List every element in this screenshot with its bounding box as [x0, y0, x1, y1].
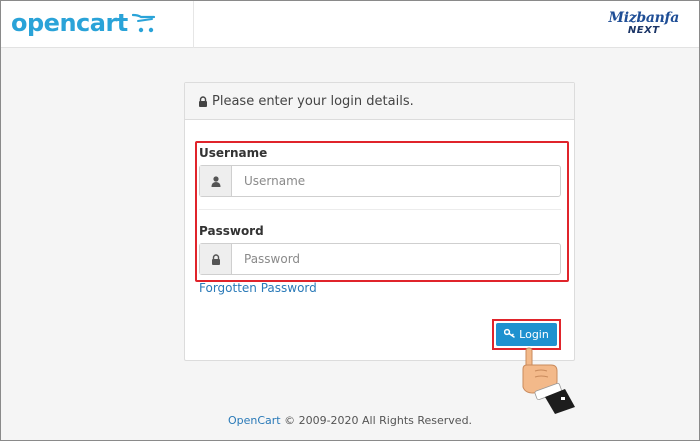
- login-button-label: Login: [519, 328, 549, 341]
- password-lock-icon: [200, 244, 232, 274]
- login-button-highlight: Login: [492, 319, 561, 350]
- brand-name: Mizbanfa: [608, 10, 680, 26]
- lock-icon: [198, 95, 208, 107]
- top-header: opencart Mizbanfa NEXT: [1, 1, 699, 48]
- forgotten-password-link[interactable]: Forgotten Password: [199, 281, 317, 295]
- panel-heading: Please enter your login details.: [185, 83, 574, 120]
- mizbanfa-brand-logo: Mizbanfa NEXT: [609, 11, 680, 36]
- pointing-hand-icon: [515, 347, 581, 419]
- panel-heading-text: Please enter your login details.: [212, 93, 414, 109]
- key-icon: [504, 328, 515, 341]
- copyright-text: © 2009-2020 All Rights Reserved.: [284, 414, 473, 427]
- password-input-group: [199, 243, 561, 275]
- login-button[interactable]: Login: [496, 323, 557, 346]
- logo-text: opencart: [11, 9, 128, 37]
- field-separator: [199, 209, 561, 210]
- brand-tagline: NEXT: [627, 25, 660, 36]
- footer: OpenCart © 2009-2020 All Rights Reserved…: [1, 414, 699, 427]
- username-label: Username: [199, 146, 268, 160]
- opencart-footer-link[interactable]: OpenCart: [228, 414, 281, 427]
- username-input-group: [199, 165, 561, 197]
- header-divider: [193, 1, 194, 48]
- password-label: Password: [199, 224, 264, 238]
- password-input[interactable]: [232, 244, 560, 274]
- cart-icon: [131, 12, 158, 38]
- user-icon: [200, 166, 232, 196]
- login-panel: Please enter your login details. Usernam…: [184, 82, 575, 361]
- username-input[interactable]: [232, 166, 560, 196]
- opencart-logo[interactable]: opencart: [11, 6, 158, 42]
